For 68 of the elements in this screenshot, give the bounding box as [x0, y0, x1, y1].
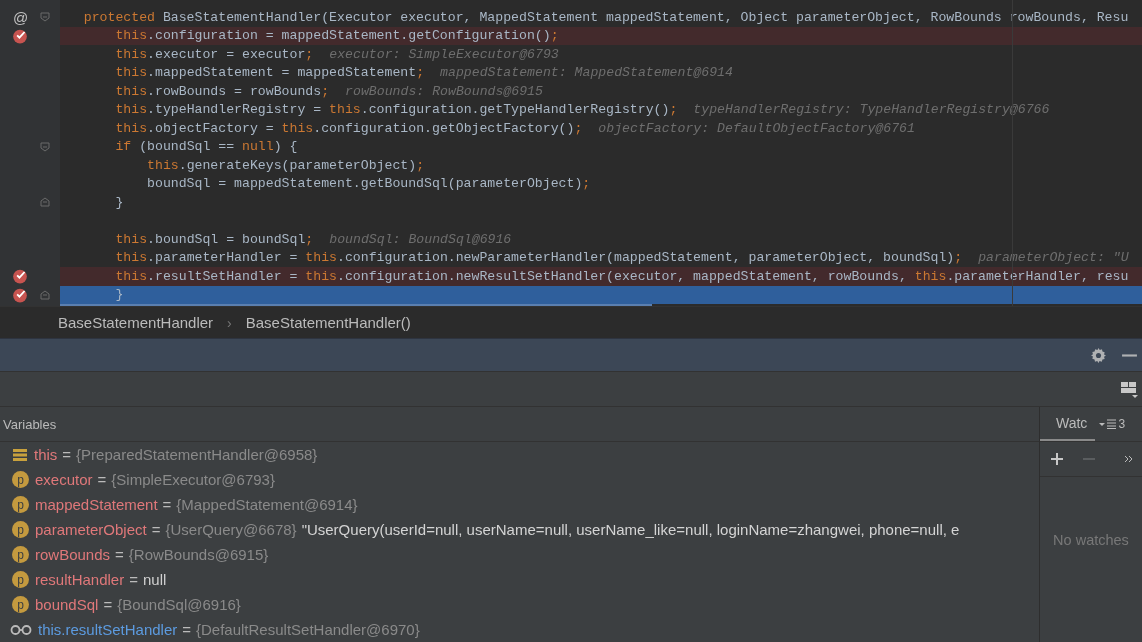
gutter-mark: @ [13, 8, 29, 26]
variable-name: parameterObject [35, 521, 147, 538]
variable-value-text: "UserQuery(userId=null, userName=null, userName_like=null, loginName=zhangwei, phone=null, e [301, 521, 960, 538]
code-line: if (boundSql == null) { [114, 138, 299, 156]
code-line: this.rowBounds = rowBounds; rowBounds: RowBounds@6915 [114, 82, 544, 101]
code-line: this.parameterHandler = this.configuration.newParameterHandler(mappedStatement, parameterObject, boundSql); parameterObject: "U [114, 249, 1130, 267]
variable-name: resultHandler [35, 571, 125, 588]
variable-value: {SimpleExecutor@6793} [111, 471, 275, 488]
panel-title: Variables [3, 416, 57, 432]
equals-sign: = [151, 521, 161, 538]
settings-icon[interactable] [1090, 346, 1107, 364]
equals-sign: = [103, 596, 113, 613]
equals-sign: = [97, 471, 107, 488]
parameter-icon: p [12, 571, 29, 588]
variable-value: {PreparedStatementHandler@6958} [76, 446, 318, 463]
more-icon[interactable] [1124, 454, 1134, 464]
variable-value: {UserQuery@6678} [165, 521, 297, 538]
code-line: this.typeHandlerRegistry = this.configuration.getTypeHandlerRegistry(); typeHandlerRegistry: TypeHandlerRegistry@6766 [114, 101, 1051, 119]
variable-value: {MappedStatement@6914} [176, 496, 358, 513]
variable-row[interactable]: p boundSql = {BoundSql@6916} [0, 592, 1039, 617]
code-line: this.boundSql = boundSql; boundSql: BoundSql@6916 [114, 230, 513, 249]
variable-row[interactable]: p mappedStatement = {MappedStatement@6914} [0, 492, 1039, 517]
equals-sign: = [129, 571, 138, 588]
code-line: this.generateKeys(parameterObject); [146, 156, 426, 175]
watches-tab[interactable]: Watc [1040, 407, 1096, 441]
variable-row[interactable]: p rowBounds = {RowBounds@6915} [0, 542, 1039, 567]
variable-row[interactable]: this.resultSetHandler = {DefaultResultSetHandler@6970} [0, 617, 1039, 642]
code-line: } [114, 193, 125, 212]
code-line: this.executor = executor; executor: SimpleExecutor@6793 [114, 45, 560, 64]
parameter-icon: p [12, 521, 29, 538]
variable-name: boundSql [35, 596, 99, 613]
variable-name: this.resultSetHandler [38, 621, 178, 638]
variable-row[interactable]: p parameterObject = {UserQuery@6678} "UserQuery(userId=null, userName=null, userName_like=null, loginName=zhangwei, phone=null, e [0, 517, 1039, 542]
empty-message: No watches [1053, 531, 1129, 548]
parameter-icon: p [12, 471, 29, 488]
equals-sign: = [115, 546, 124, 563]
breadcrumb-separator: › [227, 314, 232, 331]
variable-value: null [143, 571, 167, 588]
tab-overflow-menu[interactable]: 3 [1099, 417, 1126, 431]
glasses-icon [10, 623, 32, 636]
breakpoint-icon[interactable] [12, 268, 28, 285]
variable-row[interactable]: p resultHandler = null [0, 567, 1039, 592]
variable-name: executor [35, 471, 93, 488]
add-icon[interactable] [1050, 452, 1064, 466]
equals-sign: = [162, 496, 172, 513]
variable-value: {BoundSql@6916} [117, 596, 241, 613]
variable-value: {RowBounds@6915} [128, 546, 269, 563]
equals-sign: = [182, 621, 191, 638]
breakpoint-icon[interactable] [12, 27, 28, 44]
layout-icon[interactable] [1120, 380, 1138, 398]
code-line: this.mappedStatement = mappedStatement; mappedStatement: MappedStatement@6914 [114, 64, 734, 82]
variable-value: {DefaultResultSetHandler@6970} [196, 621, 420, 638]
variable-name: rowBounds [35, 546, 111, 563]
variable-name: this [34, 446, 58, 463]
equals-sign: = [62, 446, 72, 463]
parameter-icon: p [12, 496, 29, 513]
variable-row[interactable]: this = {PreparedStatementHandler@6958} [0, 442, 1039, 467]
parameter-icon: p [12, 546, 29, 563]
code-line: this.objectFactory = this.configuration.getObjectFactory(); objectFactory: DefaultObjectFactory@6761 [114, 119, 916, 138]
stack-icon [12, 446, 28, 463]
variable-row[interactable]: p executor = {SimpleExecutor@6793} [0, 467, 1039, 492]
breadcrumb[interactable]: BaseStatementHandler [58, 314, 214, 331]
breadcrumb[interactable]: BaseStatementHandler() [245, 314, 411, 331]
code-line: boundSql = mappedStatement.getBoundSql(parameterObject); [146, 175, 592, 193]
code-line: protected BaseStatementHandler(Executor executor, MappedStatement mappedStatement, Object parameterObject, RowBounds rowBounds, Resu [82, 8, 1130, 27]
variable-name: mappedStatement [35, 496, 158, 513]
parameter-icon: p [12, 596, 29, 613]
breakpoint-icon[interactable] [12, 286, 28, 303]
